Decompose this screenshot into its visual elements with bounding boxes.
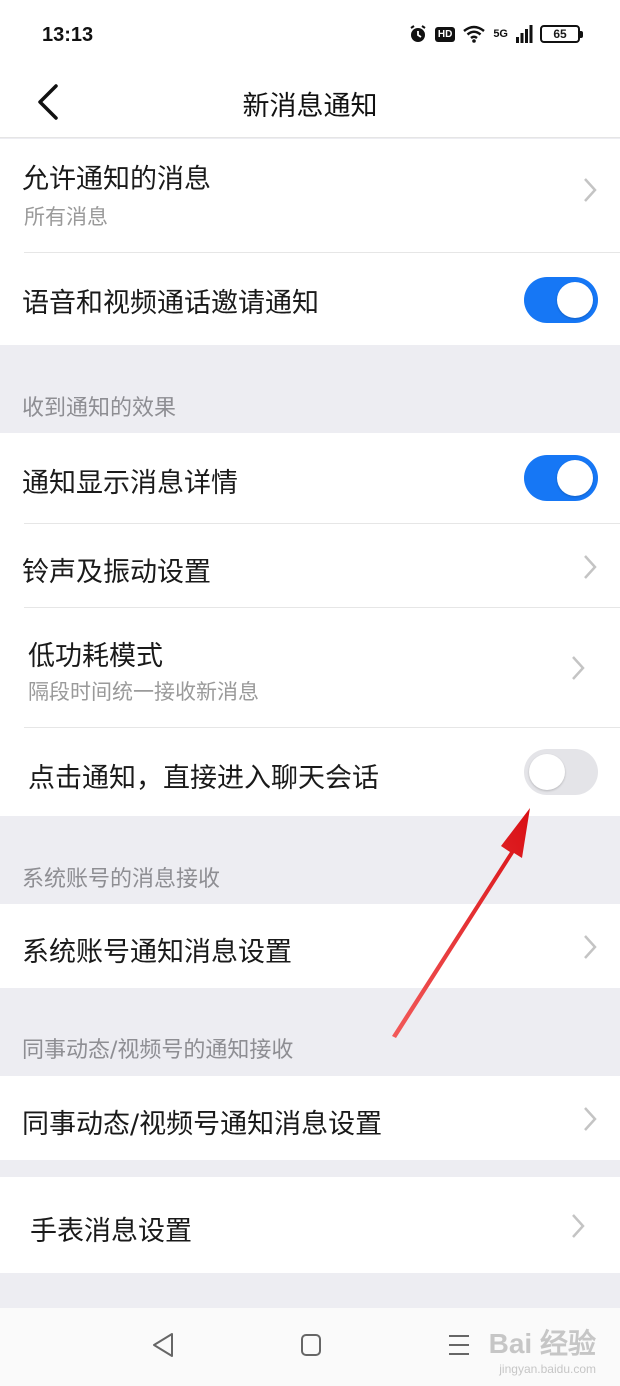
toggle-knob [529, 754, 565, 790]
tap-to-chat-row: 点击通知，直接进入聊天会话 [0, 728, 620, 816]
colleague-moments-label: 同事动态/视频号通知消息设置 [22, 1109, 383, 1140]
system-accounts-row[interactable]: 系统账号通知消息设置 [0, 904, 620, 988]
battery-icon: 65 [540, 25, 583, 43]
allowed-messages-value: 所有消息 [24, 205, 108, 229]
status-time: 13:13 [42, 24, 94, 46]
show-details-row: 通知显示消息详情 [0, 433, 620, 524]
status-icons: HD 5G 65 [408, 24, 583, 44]
chevron-right-icon [584, 178, 597, 202]
tap-to-chat-label: 点击通知，直接进入聊天会话 [28, 763, 379, 794]
toggle-knob [557, 282, 593, 318]
network-type: 5G [493, 28, 508, 40]
battery-level: 65 [553, 27, 567, 41]
colleague-moments-row[interactable]: 同事动态/视频号通知消息设置 [0, 1076, 620, 1160]
section-title-colleague-moments: 同事动态/视频号的通知接收 [22, 1038, 294, 1063]
watermark: Bai 经验 jingyan.baidu.com [489, 1322, 596, 1376]
ringtone-row[interactable]: 铃声及振动设置 [0, 524, 620, 608]
allowed-messages-row[interactable]: 允许通知的消息 所有消息 [0, 139, 620, 253]
section-title-system-accounts: 系统账号的消息接收 [22, 867, 221, 892]
call-invite-label: 语音和视频通话邀请通知 [22, 288, 319, 319]
chevron-right-icon [572, 1214, 585, 1238]
chevron-right-icon [584, 1107, 597, 1131]
nav-header: 新消息通知 [0, 68, 620, 138]
watch-settings-label: 手表消息设置 [30, 1216, 192, 1247]
watermark-sub: jingyan.baidu.com [499, 1362, 596, 1376]
ringtone-label: 铃声及振动设置 [22, 557, 211, 588]
tap-to-chat-toggle[interactable] [524, 749, 598, 795]
low-power-sub: 隔段时间统一接收新消息 [28, 680, 259, 704]
low-power-label: 低功耗模式 [28, 641, 163, 672]
triangle-back-icon[interactable] [150, 1330, 176, 1360]
status-bar: 13:13 HD 5G 65 [0, 0, 620, 68]
system-accounts-label: 系统账号通知消息设置 [22, 937, 292, 968]
call-invite-toggle[interactable] [524, 277, 598, 323]
show-details-label: 通知显示消息详情 [22, 468, 238, 499]
toggle-knob [557, 460, 593, 496]
chevron-right-icon [584, 555, 597, 579]
page-title: 新消息通知 [242, 91, 378, 122]
chevron-right-icon [572, 656, 585, 680]
hd-badge: HD [434, 26, 456, 42]
call-invite-row: 语音和视频通话邀请通知 [0, 253, 620, 345]
show-details-toggle[interactable] [524, 455, 598, 501]
section-title-effects: 收到通知的效果 [22, 396, 177, 421]
allowed-messages-label: 允许通知的消息 [22, 164, 211, 195]
alarm-icon [410, 25, 426, 42]
watermark-main: Bai 经验 [488, 1328, 596, 1359]
watch-settings-row[interactable]: 手表消息设置 [0, 1177, 620, 1273]
signal-icon [516, 25, 533, 43]
chevron-right-icon [584, 935, 597, 959]
menu-lines-icon[interactable] [446, 1330, 472, 1360]
wifi-icon [463, 25, 486, 43]
square-home-icon[interactable] [299, 1330, 323, 1360]
low-power-row[interactable]: 低功耗模式 隔段时间统一接收新消息 [0, 608, 620, 728]
